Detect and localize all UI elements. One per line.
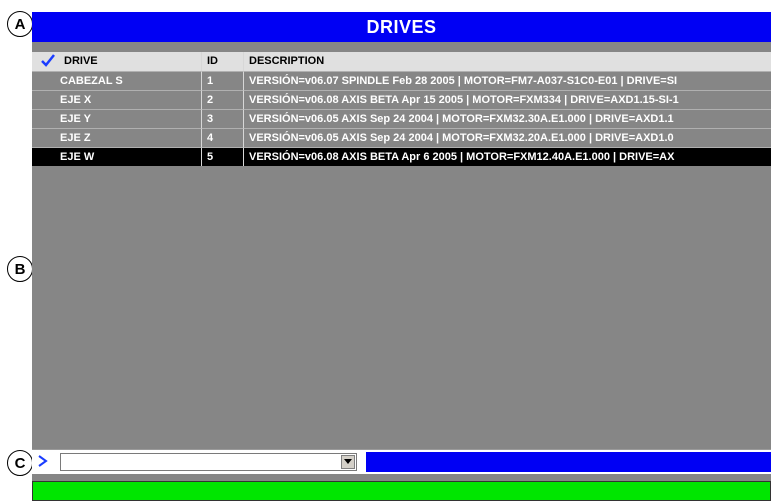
command-input[interactable] [63,454,339,468]
table-row[interactable]: EJE Z 4 VERSIÓN=v06.05 AXIS Sep 24 2004 … [32,128,771,147]
id-cell: 1 [201,71,243,90]
id-cell: 2 [201,90,243,109]
description-cell: VERSIÓN=v06.07 SPINDLE Feb 28 2005 | MOT… [243,71,771,90]
drives-window: DRIVES DRIVE ID DESCRIPTION CABEZAL S 1 … [32,12,771,501]
checkmark-icon [41,54,55,67]
command-bar [32,449,771,474]
chevron-down-icon [344,459,352,464]
column-header-drive-label: DRIVE [64,55,98,67]
column-header-id[interactable]: ID [201,52,243,71]
table-row[interactable]: EJE X 2 VERSIÓN=v06.08 AXIS BETA Apr 15 … [32,90,771,109]
drives-table: DRIVE ID DESCRIPTION CABEZAL S 1 VERSIÓN… [32,52,771,166]
drive-cell: CABEZAL S [32,71,201,90]
drive-cell: EJE Z [32,128,201,147]
status-indicator-blue [366,452,771,472]
id-cell: 4 [201,128,243,147]
table-header-row: DRIVE ID DESCRIPTION [32,52,771,71]
table-row[interactable]: CABEZAL S 1 VERSIÓN=v06.07 SPINDLE Feb 2… [32,71,771,90]
drive-cell: EJE W [32,147,201,166]
callout-b: B [7,256,33,282]
callout-c: C [7,450,33,476]
description-cell: VERSIÓN=v06.08 AXIS BETA Apr 6 2005 | MO… [243,147,771,166]
dropdown-button[interactable] [341,455,355,469]
description-cell: VERSIÓN=v06.08 AXIS BETA Apr 15 2005 | M… [243,90,771,109]
table-row-selected[interactable]: EJE W 5 VERSIÓN=v06.08 AXIS BETA Apr 6 2… [32,147,771,166]
column-header-drive[interactable]: DRIVE [32,52,201,71]
status-indicator-green [32,481,771,501]
id-cell: 3 [201,109,243,128]
description-cell: VERSIÓN=v06.05 AXIS Sep 24 2004 | MOTOR=… [243,109,771,128]
description-cell: VERSIÓN=v06.05 AXIS Sep 24 2004 | MOTOR=… [243,128,771,147]
table-row[interactable]: EJE Y 3 VERSIÓN=v06.05 AXIS Sep 24 2004 … [32,109,771,128]
window-title: DRIVES [32,12,771,42]
triangle-right-icon [38,455,48,467]
command-combobox[interactable] [60,453,357,471]
id-cell: 5 [201,147,243,166]
drive-cell: EJE X [32,90,201,109]
column-header-description[interactable]: DESCRIPTION [243,52,771,71]
callout-a: A [7,11,33,37]
drive-cell: EJE Y [32,109,201,128]
